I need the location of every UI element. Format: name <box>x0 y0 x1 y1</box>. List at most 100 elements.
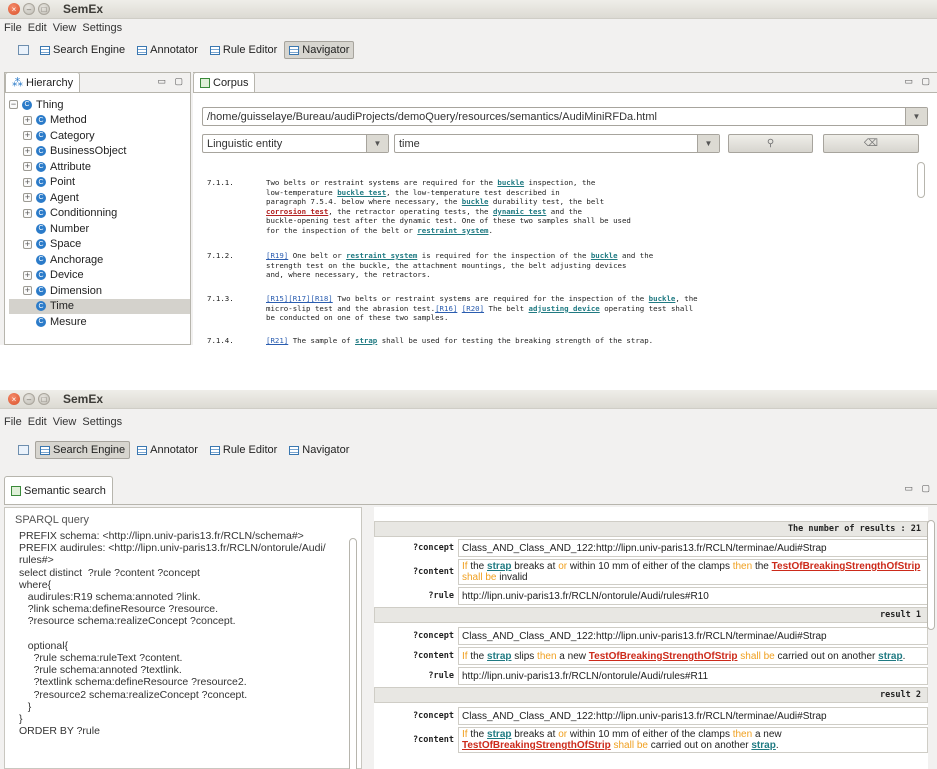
tree-item[interactable]: + C Attribute <box>9 159 190 175</box>
annotation-link[interactable]: dynamic test <box>493 207 546 216</box>
perspective-rule-editor[interactable]: Rule Editor <box>205 441 282 459</box>
perspective-rule-editor[interactable]: Rule Editor <box>205 41 282 59</box>
annotation-link[interactable]: restraint system <box>346 251 417 260</box>
annotation-link[interactable]: corrosion test <box>266 207 328 216</box>
result-key: ?rule <box>428 591 454 601</box>
content-link[interactable]: TestOfBreakingStrengthOfStrip <box>589 651 738 662</box>
menu-view[interactable]: View <box>53 416 77 428</box>
file-path-select[interactable]: /home/guisselaye/Bureau/audiProjects/dem… <box>202 107 928 126</box>
tree-item-label: Mesure <box>50 315 87 328</box>
tab-hierarchy[interactable]: ⁂ Hierarchy <box>5 72 81 92</box>
sparql-scrollbar[interactable] <box>349 538 357 769</box>
perspective-navigator[interactable]: Navigator <box>284 41 355 59</box>
annotation-link[interactable]: buckle <box>591 251 618 260</box>
view-controls[interactable]: ▭ ▢ <box>904 76 933 87</box>
perspective-annotator[interactable]: Annotator <box>132 441 203 459</box>
tree-item[interactable]: − C Thing <box>9 97 190 113</box>
menu-edit[interactable]: Edit <box>28 416 47 428</box>
collapse-icon[interactable]: − <box>9 100 18 110</box>
perspective-bar: Search Engine Annotator Rule Editor Navi… <box>0 435 937 465</box>
clear-button[interactable]: ⌫ <box>823 134 919 153</box>
expand-icon[interactable]: + <box>23 239 32 249</box>
close-window-button[interactable]: × <box>8 393 20 405</box>
annotation-link[interactable]: strap <box>355 336 377 345</box>
content-link[interactable]: strap <box>487 561 511 572</box>
tree-item[interactable]: + C Category <box>9 128 190 144</box>
expand-icon[interactable]: + <box>23 286 32 296</box>
annotation-link[interactable]: [R18] <box>311 294 333 303</box>
view-controls[interactable]: ▭ ▢ <box>157 76 186 87</box>
expand-icon[interactable]: + <box>23 131 32 141</box>
annotation-link[interactable]: [R21] <box>266 336 288 345</box>
annotation-link[interactable]: [R15] <box>266 294 288 303</box>
expand-icon[interactable]: + <box>23 270 32 280</box>
annotation-link[interactable]: [R17] <box>288 294 310 303</box>
result-value: Class_AND_Class_AND_122:http://lipn.univ… <box>458 707 928 725</box>
expand-icon[interactable]: + <box>23 208 32 218</box>
expand-icon[interactable]: + <box>23 177 32 187</box>
tree-item[interactable]: + C Method <box>9 113 190 129</box>
content-link[interactable]: TestOfBreakingStrengthOfStrip <box>772 561 921 572</box>
entity-value-select[interactable]: time ▼ <box>394 134 720 153</box>
tab-semantic-search[interactable]: Semantic search <box>4 476 113 504</box>
tree-item[interactable]: C Number <box>9 221 190 237</box>
tree-item[interactable]: + C Conditionning <box>9 206 190 222</box>
expand-icon[interactable]: + <box>23 115 32 125</box>
sparql-query-editor[interactable]: PREFIX schema: <http://lipn.univ-paris13… <box>19 530 337 737</box>
tree-item[interactable]: C Mesure <box>9 314 190 330</box>
expand-icon[interactable]: + <box>23 146 32 156</box>
minimize-window-button[interactable]: – <box>23 393 35 405</box>
content-link[interactable]: strap <box>487 651 511 662</box>
annotation-link[interactable]: buckle <box>497 178 524 187</box>
menu-file[interactable]: File <box>4 416 22 428</box>
annotation-link[interactable]: restraint system <box>417 226 488 235</box>
entity-type-select[interactable]: Linguistic entity ▼ <box>202 134 389 153</box>
tree-item[interactable]: + C BusinessObject <box>9 144 190 160</box>
annotation-link[interactable]: [R16] <box>435 304 457 313</box>
expand-icon[interactable]: + <box>23 162 32 172</box>
open-perspective-icon[interactable] <box>18 445 29 455</box>
tree-item[interactable]: + C Space <box>9 237 190 253</box>
menu-file[interactable]: File <box>4 22 22 34</box>
perspective-search-engine[interactable]: Search Engine <box>35 441 131 459</box>
annotation-link[interactable]: buckle <box>462 197 489 206</box>
menu-edit[interactable]: Edit <box>28 22 47 34</box>
maximize-window-button[interactable]: □ <box>38 3 50 15</box>
maximize-window-button[interactable]: □ <box>38 393 50 405</box>
tree-item[interactable]: + C Device <box>9 268 190 284</box>
perspective-navigator[interactable]: Navigator <box>284 441 354 459</box>
class-icon: C <box>22 99 32 110</box>
search-icon: ⚲ <box>766 138 775 149</box>
content-link[interactable]: strap <box>751 740 775 751</box>
content-link[interactable]: strap <box>487 729 511 740</box>
perspective-search-engine[interactable]: Search Engine <box>35 41 130 59</box>
eraser-icon: ⌫ <box>863 138 879 149</box>
annotation-link[interactable]: adjusting device <box>529 304 600 313</box>
results-scrollbar[interactable] <box>927 520 935 630</box>
tree-item[interactable]: + C Agent <box>9 190 190 206</box>
tree-item[interactable]: + C Point <box>9 175 190 191</box>
annotation-link[interactable]: [R19] <box>266 251 288 260</box>
tree-item[interactable]: C Time <box>9 298 190 314</box>
tree-item[interactable]: + C Dimension <box>9 283 190 299</box>
content-link[interactable]: strap <box>878 651 902 662</box>
menu-settings[interactable]: Settings <box>82 22 122 34</box>
tree-item[interactable]: C Anchorage <box>9 252 190 268</box>
menu-view[interactable]: View <box>53 22 77 34</box>
search-entity-button[interactable]: ⚲ <box>728 134 813 153</box>
expand-icon[interactable]: + <box>23 193 32 203</box>
open-perspective-icon[interactable] <box>18 45 29 55</box>
document-scrollbar[interactable] <box>917 162 925 198</box>
annotation-link[interactable]: buckle <box>649 294 676 303</box>
paragraph-number: 7.1.2. <box>207 251 234 260</box>
perspective-annotator[interactable]: Annotator <box>132 41 203 59</box>
close-window-button[interactable]: × <box>8 3 20 15</box>
tree-item-label: Conditionning <box>50 207 118 220</box>
annotation-link[interactable]: [R20] <box>462 304 484 313</box>
view-controls[interactable]: ▭ ▢ <box>904 483 933 494</box>
annotation-link[interactable]: buckle test <box>337 188 386 197</box>
content-link[interactable]: TestOfBreakingStrengthOfStrip <box>462 740 611 751</box>
minimize-window-button[interactable]: – <box>23 3 35 15</box>
menu-settings[interactable]: Settings <box>82 416 122 428</box>
tab-corpus[interactable]: Corpus <box>193 72 256 92</box>
